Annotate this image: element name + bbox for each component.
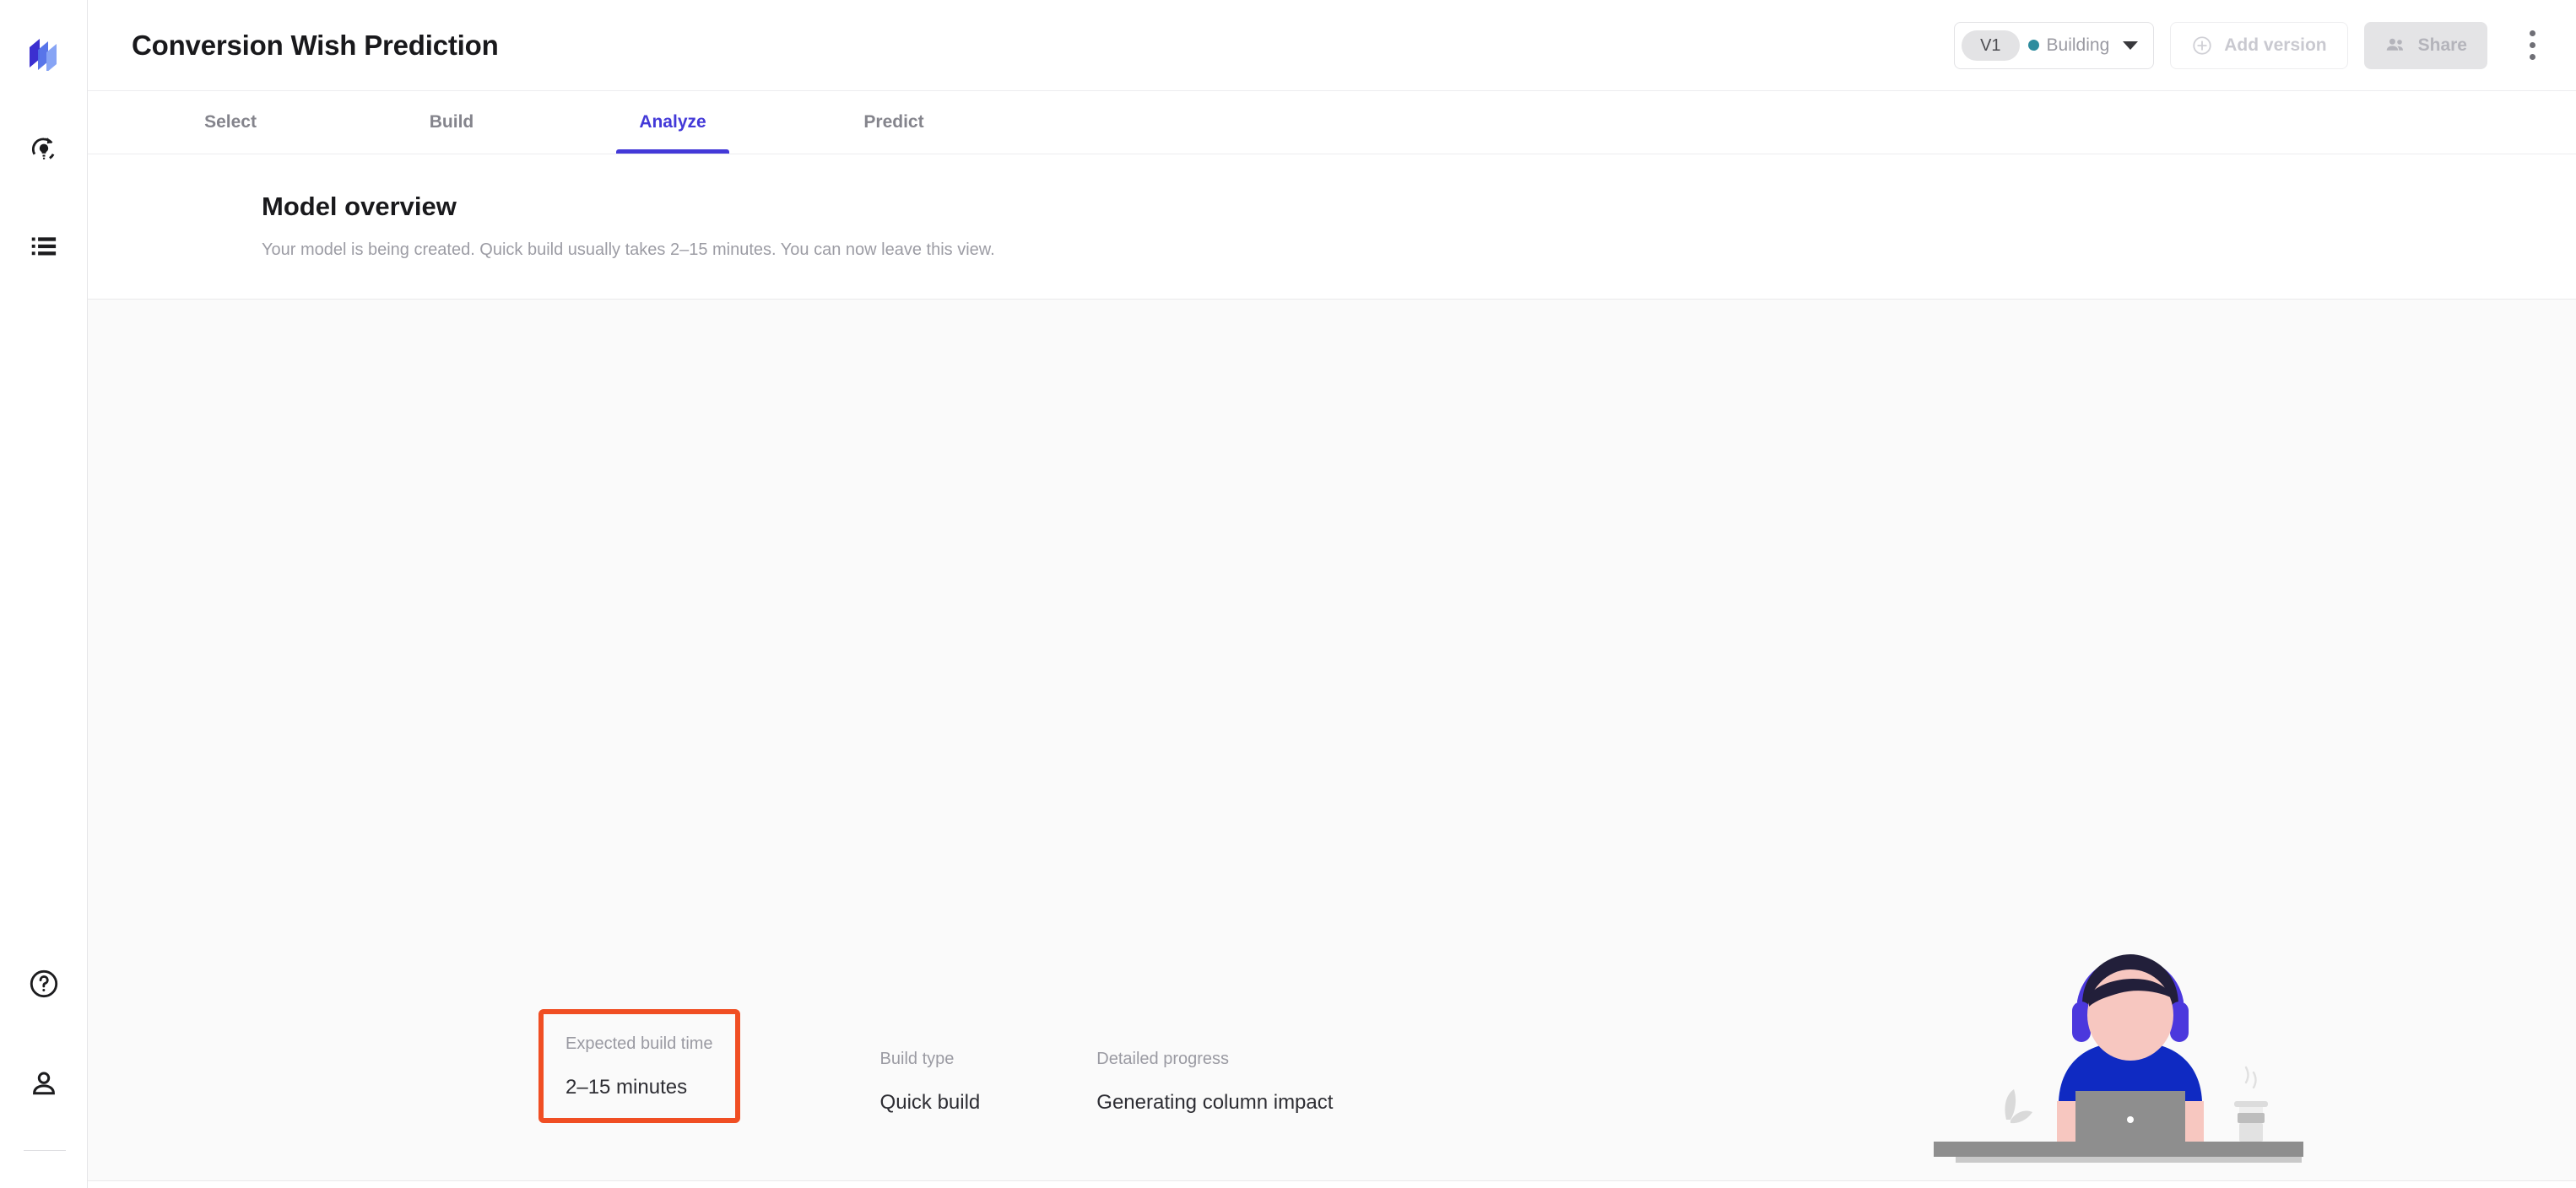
kebab-menu-icon-dot <box>2529 30 2535 36</box>
status-label-expected-build-time: Expected build time <box>566 1034 713 1053</box>
plus-circle-icon <box>2193 35 2211 55</box>
add-version-button[interactable]: Add version <box>2170 21 2348 69</box>
version-status: Building <box>2027 35 2110 56</box>
build-status-row: Expected build time 2–15 minutes Build t… <box>538 1009 1355 1133</box>
person-at-laptop-illustration <box>1932 941 2329 1177</box>
overview-title: Model overview <box>262 192 457 221</box>
status-value-detailed-progress: Generating column impact <box>1096 1091 1334 1114</box>
status-value-expected-build-time: 2–15 minutes <box>566 1076 688 1099</box>
rail-divider <box>24 1150 66 1151</box>
status-cell-detailed-progress: Detailed progress Generating column impa… <box>1074 1029 1355 1133</box>
rail-primary-nav <box>20 125 68 270</box>
kebab-menu-icon-dot <box>2529 42 2535 48</box>
status-label-build-type: Build type <box>879 1050 955 1068</box>
page-title: Conversion Wish Prediction <box>132 29 499 61</box>
user-person-icon <box>33 1072 55 1095</box>
status-label: Building <box>2046 35 2110 55</box>
bottom-strip <box>88 1181 2576 1188</box>
tab-select[interactable]: Select <box>174 91 287 154</box>
left-nav-rail <box>0 0 88 1188</box>
chevron-down-icon <box>2123 40 2139 50</box>
help-circle-icon <box>30 969 58 998</box>
status-label-detailed-progress: Detailed progress <box>1096 1050 1230 1068</box>
overview-header-block: Model overview Your model is being creat… <box>88 154 2576 300</box>
application-root: Conversion Wish Prediction V1 Building A… <box>0 0 2576 1188</box>
list-bullets-icon <box>31 237 56 256</box>
status-dot <box>2027 40 2039 51</box>
layered-panels-logo-icon <box>29 39 57 71</box>
sidebar-item-help[interactable] <box>20 960 68 1007</box>
add-version-label: Add version <box>2224 35 2327 55</box>
kebab-menu-icon-dot <box>2529 54 2535 60</box>
status-cell-build-type: Build type Quick build <box>858 1029 1003 1133</box>
share-button[interactable]: Share <box>2363 21 2487 69</box>
status-cell-expected-build-time: Expected build time 2–15 minutes <box>538 1009 740 1123</box>
rail-secondary-nav <box>0 960 88 1188</box>
tab-analyze[interactable]: Analyze <box>616 91 729 154</box>
tab-predict[interactable]: Predict <box>837 91 950 154</box>
content-canvas: Expected build time 2–15 minutes Build t… <box>88 300 2576 1181</box>
sidebar-item-datasets[interactable] <box>20 223 68 270</box>
illustration-svg <box>1934 954 2303 1163</box>
rotate-lightbulb-icon <box>31 138 54 159</box>
status-value-build-type: Quick build <box>879 1091 981 1114</box>
overflow-menu-button[interactable] <box>2508 22 2556 69</box>
tab-strip: Select Build Analyze Predict <box>88 91 2576 154</box>
header-actions: V1 Building Add version Share <box>1954 21 2556 69</box>
share-label: Share <box>2417 35 2467 55</box>
version-selector[interactable]: V1 Building <box>1954 21 2155 69</box>
overview-subtitle: Your model is being created. Quick build… <box>262 240 995 259</box>
main-column: Conversion Wish Prediction V1 Building A… <box>88 0 2576 1188</box>
app-header: Conversion Wish Prediction V1 Building A… <box>88 0 2576 91</box>
version-chip: V1 <box>1962 30 2020 61</box>
tab-build[interactable]: Build <box>395 91 508 154</box>
people-group-icon <box>2386 38 2403 51</box>
sidebar-item-predictions[interactable] <box>20 125 68 172</box>
app-logo[interactable] <box>24 32 64 73</box>
sidebar-item-account[interactable] <box>20 1060 68 1107</box>
